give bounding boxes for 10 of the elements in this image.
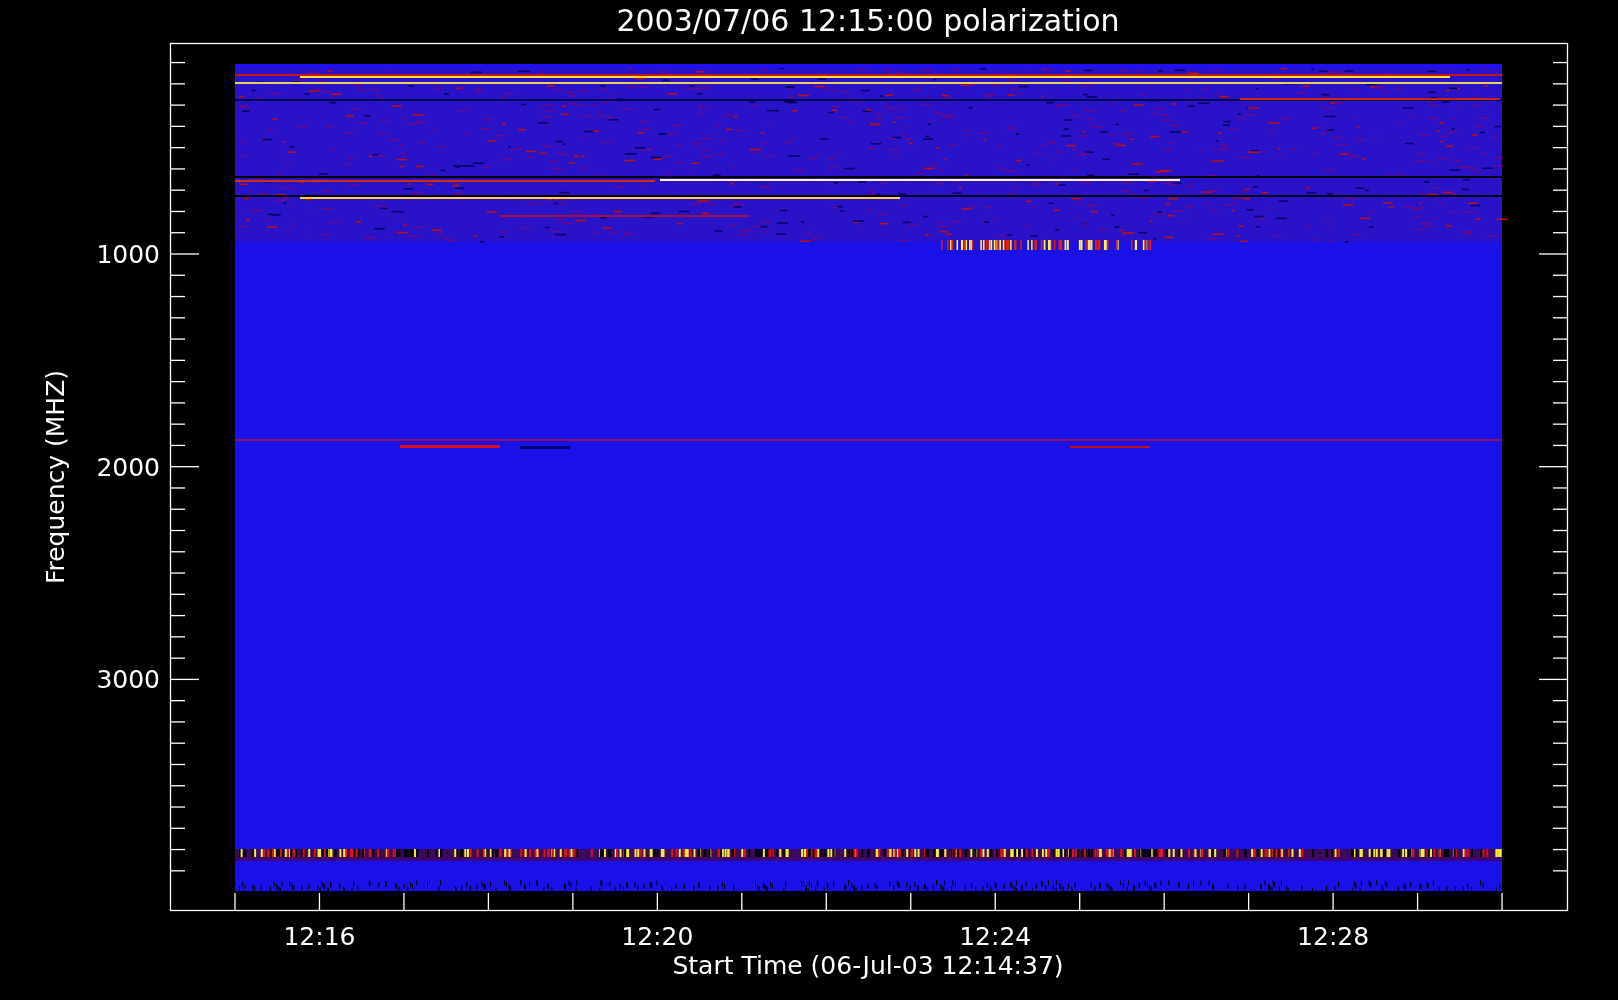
plot-title: 2003/07/06 12:15:00 polarization: [616, 3, 1120, 38]
x-axis-label: Start Time (06-Jul-03 12:14:37): [672, 951, 1064, 980]
y-tick-label: 2000: [96, 452, 160, 482]
x-tick-label: 12:28: [1297, 922, 1370, 951]
y-axis-label: Frequency (MHZ): [41, 369, 70, 585]
x-tick-label: 12:16: [283, 922, 356, 951]
x-tick-label: 12:24: [959, 922, 1032, 951]
x-tick-label: 12:20: [621, 922, 694, 951]
y-tick-label: 1000: [96, 240, 160, 269]
y-tick-label: 3000: [96, 665, 160, 695]
